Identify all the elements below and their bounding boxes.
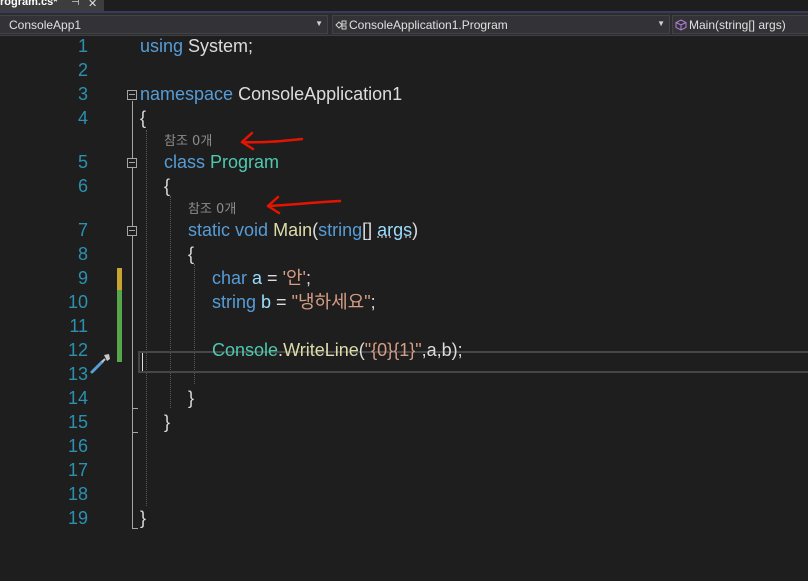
- collapse-namespace-icon[interactable]: [127, 90, 137, 100]
- code-line-6: {: [164, 174, 170, 198]
- keyword: static: [188, 220, 231, 240]
- text-caret: [142, 353, 143, 371]
- close-brace: }: [188, 388, 195, 408]
- string-literal: "냉하세요": [291, 292, 371, 312]
- code-line-4: {: [140, 106, 146, 130]
- member-dropdown-label: Main(string[] args): [689, 18, 786, 32]
- operator: =: [271, 292, 292, 312]
- method-name: WriteLine: [283, 340, 359, 360]
- class-icon: [335, 20, 347, 30]
- line-number: 4: [77, 108, 88, 128]
- line-number: 7: [77, 220, 88, 240]
- type-dropdown-label: ConsoleApplication1.Program: [349, 18, 508, 32]
- close-brace: }: [140, 508, 147, 528]
- line-number: 11: [69, 316, 88, 336]
- line-number: 5: [77, 152, 88, 172]
- line-number: 9: [77, 268, 88, 288]
- type-name: Console: [212, 340, 279, 360]
- line-number: 3: [77, 84, 88, 104]
- open-brace: {: [164, 176, 171, 196]
- code-line-15: }: [164, 410, 170, 434]
- annotation-arrow-icon: [266, 195, 342, 215]
- line-number: 8: [77, 244, 88, 264]
- namespace-outline-end: [132, 528, 138, 529]
- close-icon[interactable]: ✕: [88, 0, 97, 10]
- codelens-references-main[interactable]: 참조 0개: [188, 201, 236, 219]
- variable-name: b: [261, 292, 272, 312]
- indent-guide: [170, 196, 171, 408]
- method-name: Main: [273, 220, 313, 240]
- project-dropdown[interactable]: ConsoleApp1 ▼: [0, 15, 328, 34]
- method-icon: [675, 19, 687, 31]
- line-number: 17: [67, 460, 88, 480]
- indent-guide: [146, 130, 147, 506]
- document-tab-title: rogram.cs*: [0, 0, 58, 8]
- member-dropdown[interactable]: Main(string[] args): [672, 15, 808, 34]
- code-line-9: char a = '안';: [212, 266, 311, 290]
- method-outline-end: [132, 408, 138, 409]
- operator: =: [262, 268, 283, 288]
- punctuation: []: [362, 220, 378, 240]
- unsaved-change-marker: [117, 268, 122, 290]
- code-text: ,a,b);: [421, 340, 463, 360]
- line-number: 18: [67, 484, 88, 504]
- type-name: Program: [210, 152, 280, 172]
- screwdriver-icon[interactable]: [89, 351, 113, 375]
- punctuation: ;: [306, 268, 312, 288]
- string-literal: "{0}{1}": [364, 340, 422, 360]
- line-number: 19: [67, 508, 88, 528]
- project-dropdown-label: ConsoleApp1: [9, 18, 82, 32]
- collapse-class-icon[interactable]: [127, 158, 137, 168]
- type-dropdown[interactable]: ConsoleApplication1.Program ▼: [332, 15, 670, 34]
- code-line-14: }: [188, 386, 194, 410]
- class-outline-end: [132, 432, 138, 433]
- navigation-bar: ConsoleApp1 ▼ ConsoleApplication1.Progra…: [0, 13, 808, 36]
- code-line-1: using System;: [140, 34, 253, 58]
- open-brace: {: [140, 108, 147, 128]
- keyword: string: [212, 292, 257, 312]
- code-line-12: Console.WriteLine("{0}{1}",a,b);: [212, 338, 463, 362]
- chevron-down-icon: ▼: [657, 19, 665, 28]
- variable-name: a: [252, 268, 263, 288]
- line-number: 13: [67, 364, 88, 384]
- code-line-7: static void Main(string[] args): [188, 218, 418, 242]
- collapse-method-icon[interactable]: [127, 226, 137, 236]
- line-number: 10: [67, 292, 88, 312]
- close-brace: }: [164, 412, 171, 432]
- line-number: 12: [67, 340, 88, 360]
- keyword: using: [140, 36, 184, 56]
- keyword: string: [318, 220, 363, 240]
- punctuation: ): [412, 220, 419, 240]
- line-number: 14: [67, 388, 88, 408]
- line-number: 16: [67, 436, 88, 456]
- code-line-19: }: [140, 506, 146, 530]
- document-tab-strip: rogram.cs* ⊣ ✕: [0, 0, 808, 13]
- line-number: 1: [77, 36, 88, 56]
- line-number: 15: [67, 412, 88, 432]
- annotation-arrow-icon: [240, 131, 304, 151]
- keyword: char: [212, 268, 248, 288]
- parameter-name: args: [377, 220, 413, 240]
- char-literal: '안': [282, 268, 306, 288]
- code-text: System;: [183, 36, 254, 56]
- keyword: namespace: [140, 84, 234, 104]
- line-number: 2: [77, 60, 88, 80]
- chevron-down-icon: ▼: [315, 19, 323, 28]
- keyword: class: [164, 152, 206, 172]
- namespace-name: ConsoleApplication1: [233, 84, 403, 104]
- saved-change-marker: [117, 290, 122, 362]
- code-line-3: namespace ConsoleApplication1: [140, 82, 402, 106]
- pin-icon[interactable]: ⊣: [71, 0, 80, 8]
- codelens-references-program[interactable]: 참조 0개: [164, 133, 212, 151]
- document-tab[interactable]: rogram.cs* ⊣ ✕: [0, 0, 104, 11]
- punctuation: ;: [370, 292, 376, 312]
- code-line-8: {: [188, 242, 194, 266]
- code-line-10: string b = "냉하세요";: [212, 290, 376, 314]
- keyword: void: [235, 220, 269, 240]
- line-number: 6: [77, 176, 88, 196]
- open-brace: {: [188, 244, 195, 264]
